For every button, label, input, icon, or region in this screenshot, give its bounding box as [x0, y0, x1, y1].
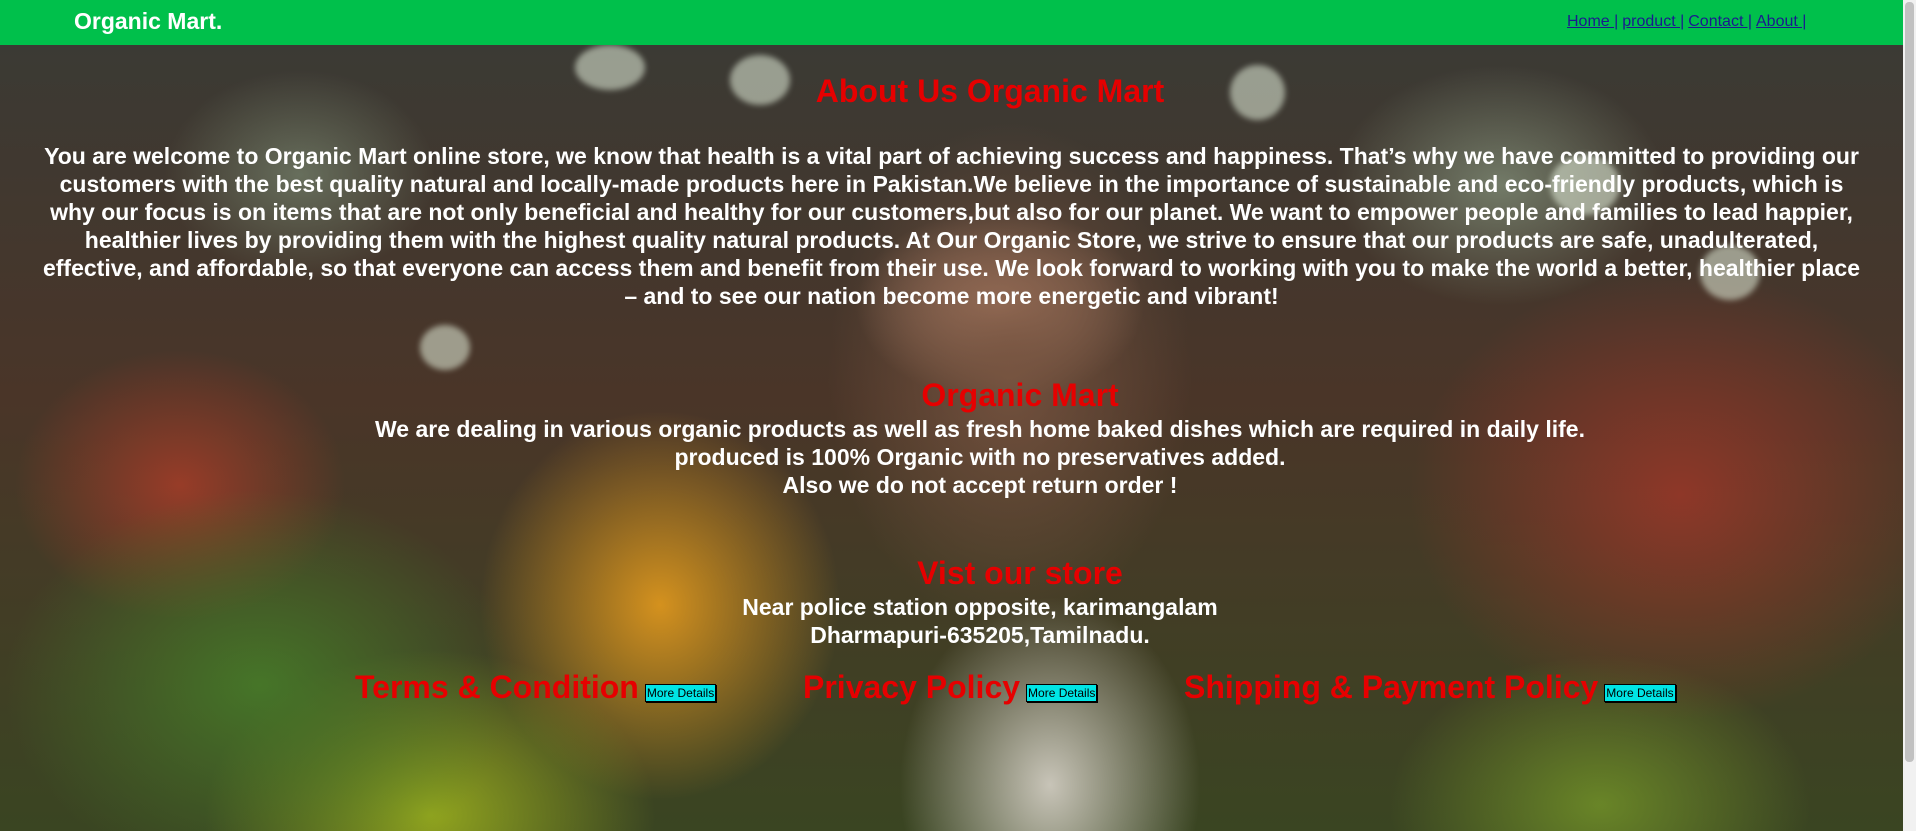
nav-link-contact[interactable]: Contact |	[1688, 13, 1752, 30]
about-line: customers with the best quality natural …	[59, 171, 1844, 197]
policies-row: Terms & Condition More Details Privacy P…	[0, 669, 1903, 709]
brand-logo[interactable]: Organic Mart.	[74, 8, 222, 35]
terms-title: Terms & Condition	[355, 669, 639, 705]
about-line: You are welcome to Organic Mart online s…	[44, 143, 1859, 169]
about-title: About Us Organic Mart	[815, 73, 1165, 109]
shipping-title: Shipping & Payment Policy	[1184, 669, 1599, 705]
scrollbar-thumb[interactable]	[1905, 2, 1914, 762]
shipping-more-details-button[interactable]: More Details	[1604, 683, 1676, 702]
privacy-title: Privacy Policy	[803, 669, 1021, 705]
mart-line: produced is 100% Organic with no preserv…	[674, 444, 1286, 470]
address-line: Near police station opposite, karimangal…	[742, 594, 1218, 620]
terms-more-details-button[interactable]: More Details	[644, 683, 717, 702]
address-line: Dharmapuri-635205,Tamilnadu.	[810, 622, 1150, 648]
page-scrollbar[interactable]	[1903, 0, 1916, 831]
terms-policy: Terms & Condition More Details	[355, 669, 717, 706]
privacy-policy: Privacy Policy More Details	[803, 669, 1098, 706]
shipping-policy: Shipping & Payment Policy More Details	[1184, 669, 1676, 706]
about-line: effective, and affordable, so that every…	[42, 255, 1860, 281]
navbar: Organic Mart. Home | product | Contact | Ab…	[0, 0, 1903, 45]
mart-line: We are dealing in various organic produc…	[374, 416, 1585, 442]
nav-link-about[interactable]: About |	[1756, 13, 1806, 30]
about-line: healthier lives by providing them with t…	[84, 227, 1819, 253]
about-line: why our focus is on items that are not o…	[50, 199, 1853, 225]
mart-line: Also we do not accept return order !	[782, 472, 1178, 498]
nav-link-product[interactable]: product |	[1622, 13, 1684, 30]
mart-description: We are dealing in various organic produc…	[0, 415, 1916, 499]
nav-link-home[interactable]: Home |	[1567, 13, 1618, 30]
mart-title: Organic Mart	[921, 377, 1119, 413]
about-line: – and to see our nation become more ener…	[624, 283, 1279, 309]
store-address: Near police station opposite, karimangal…	[0, 593, 1916, 649]
about-paragraph: You are welcome to Organic Mart online s…	[0, 142, 1903, 310]
store-title: Vist our store	[917, 555, 1123, 591]
privacy-more-details-button[interactable]: More Details	[1026, 683, 1098, 702]
nav-links: Home | product | Contact | About |	[1567, 13, 1810, 31]
